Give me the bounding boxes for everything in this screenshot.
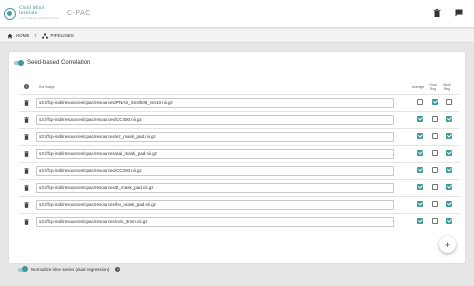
average-checkbox[interactable] bbox=[417, 218, 423, 224]
table-row: s3://fcp-indi/resources/cpac/resources/h… bbox=[19, 196, 459, 213]
multi-reg-checkbox[interactable] bbox=[446, 201, 452, 207]
logo-sub: transforming children's lives bbox=[19, 16, 59, 20]
table-row: s3://fcp-indi/resources/cpac/resources/t… bbox=[19, 179, 459, 196]
roi-path-input[interactable]: s3://fcp-indi/resources/cpac/resources/h… bbox=[36, 200, 394, 210]
average-checkbox[interactable] bbox=[417, 133, 423, 139]
delete-row-icon[interactable] bbox=[24, 202, 29, 208]
multi-reg-checkbox[interactable] bbox=[446, 133, 452, 139]
table-row: s3://fcp-indi/resources/cpac/resources/r… bbox=[19, 213, 459, 230]
multi-reg-checkbox[interactable] bbox=[446, 150, 452, 156]
header-average: Average bbox=[411, 85, 425, 89]
cmi-logo[interactable]: Child Mind Institute transforming childr… bbox=[4, 6, 59, 21]
flag-icon[interactable] bbox=[454, 8, 464, 18]
normalize-row: Normalize time series (dual regression) … bbox=[18, 266, 121, 272]
trash-icon[interactable] bbox=[432, 8, 442, 18]
table-row: s3://fcp-indi/resources/cpac/resources/P… bbox=[19, 94, 459, 111]
average-checkbox[interactable] bbox=[417, 150, 423, 156]
multi-reg-checkbox[interactable] bbox=[446, 218, 452, 224]
roi-path-input[interactable]: s3://fcp-indi/resources/cpac/resources/C… bbox=[36, 166, 394, 176]
dual-reg-checkbox[interactable] bbox=[432, 167, 438, 173]
home-icon[interactable] bbox=[7, 33, 13, 39]
dual-reg-checkbox[interactable] bbox=[432, 116, 438, 122]
delete-row-icon[interactable] bbox=[24, 100, 29, 106]
breadcrumb-pipelines[interactable]: PIPELINES bbox=[51, 33, 74, 38]
roi-path-input[interactable]: s3://fcp-indi/resources/cpac/resources/a… bbox=[36, 149, 394, 159]
svg-text:?: ? bbox=[26, 85, 28, 89]
average-checkbox[interactable] bbox=[417, 167, 423, 173]
header-multi-reg: Multi Reg bbox=[443, 83, 451, 91]
roi-path-input[interactable]: s3://fcp-indi/resources/cpac/resources/C… bbox=[36, 115, 394, 125]
dual-reg-checkbox[interactable] bbox=[432, 150, 438, 156]
normalize-toggle[interactable] bbox=[18, 266, 28, 272]
table-row: s3://fcp-indi/resources/cpac/resources/e… bbox=[19, 128, 459, 145]
delete-row-icon[interactable] bbox=[24, 185, 29, 191]
roi-path-input[interactable]: s3://fcp-indi/resources/cpac/resources/P… bbox=[36, 98, 394, 108]
dual-reg-checkbox[interactable] bbox=[432, 218, 438, 224]
dual-reg-checkbox[interactable] bbox=[432, 133, 438, 139]
app-header: Child Mind Institute transforming childr… bbox=[0, 0, 474, 28]
table-row: s3://fcp-indi/resources/cpac/resources/C… bbox=[19, 162, 459, 179]
breadcrumb: HOME › PIPELINES bbox=[0, 29, 474, 43]
delete-row-icon[interactable] bbox=[24, 219, 29, 225]
help-icon[interactable]: ? bbox=[24, 84, 29, 89]
table-row: s3://fcp-indi/resources/cpac/resources/a… bbox=[19, 145, 459, 162]
roi-path-input[interactable]: s3://fcp-indi/resources/cpac/resources/e… bbox=[36, 132, 394, 142]
seed-based-correlation-toggle[interactable] bbox=[14, 59, 24, 66]
header-roi-image: Roi Image bbox=[39, 85, 55, 89]
logo-mark-icon bbox=[4, 7, 16, 20]
breadcrumb-home[interactable]: HOME bbox=[16, 33, 30, 38]
table-row: s3://fcp-indi/resources/cpac/resources/C… bbox=[19, 111, 459, 128]
average-checkbox[interactable] bbox=[417, 116, 423, 122]
section-title: Seed-based Correlation bbox=[27, 60, 91, 66]
normalize-label: Normalize time series (dual regression) bbox=[31, 267, 110, 272]
delete-row-icon[interactable] bbox=[24, 168, 29, 174]
header-dual-reg: Dual Reg bbox=[429, 83, 437, 91]
roi-path-input[interactable]: s3://fcp-indi/resources/cpac/resources/r… bbox=[36, 217, 394, 227]
cpac-app: Child Mind Institute transforming childr… bbox=[0, 0, 474, 286]
roi-path-input[interactable]: s3://fcp-indi/resources/cpac/resources/t… bbox=[36, 183, 394, 193]
chevron-right-icon: › bbox=[34, 32, 37, 39]
delete-row-icon[interactable] bbox=[24, 151, 29, 157]
average-checkbox[interactable] bbox=[417, 184, 423, 190]
dual-reg-checkbox[interactable] bbox=[432, 184, 438, 190]
section-header: Seed-based Correlation bbox=[14, 59, 91, 66]
pipelines-icon bbox=[41, 32, 48, 39]
delete-row-icon[interactable] bbox=[24, 134, 29, 140]
multi-reg-checkbox[interactable] bbox=[446, 184, 452, 190]
dual-reg-checkbox[interactable] bbox=[432, 201, 438, 207]
app-title: C-PAC bbox=[67, 10, 91, 17]
average-checkbox[interactable] bbox=[417, 201, 423, 207]
multi-reg-checkbox[interactable] bbox=[446, 167, 452, 173]
average-checkbox[interactable] bbox=[417, 99, 423, 105]
help-icon[interactable]: ? bbox=[115, 267, 121, 272]
delete-row-icon[interactable] bbox=[24, 117, 29, 123]
multi-reg-checkbox[interactable] bbox=[446, 99, 452, 105]
add-roi-button[interactable]: + bbox=[439, 236, 456, 253]
dual-reg-checkbox[interactable] bbox=[432, 99, 438, 105]
multi-reg-checkbox[interactable] bbox=[446, 116, 452, 122]
